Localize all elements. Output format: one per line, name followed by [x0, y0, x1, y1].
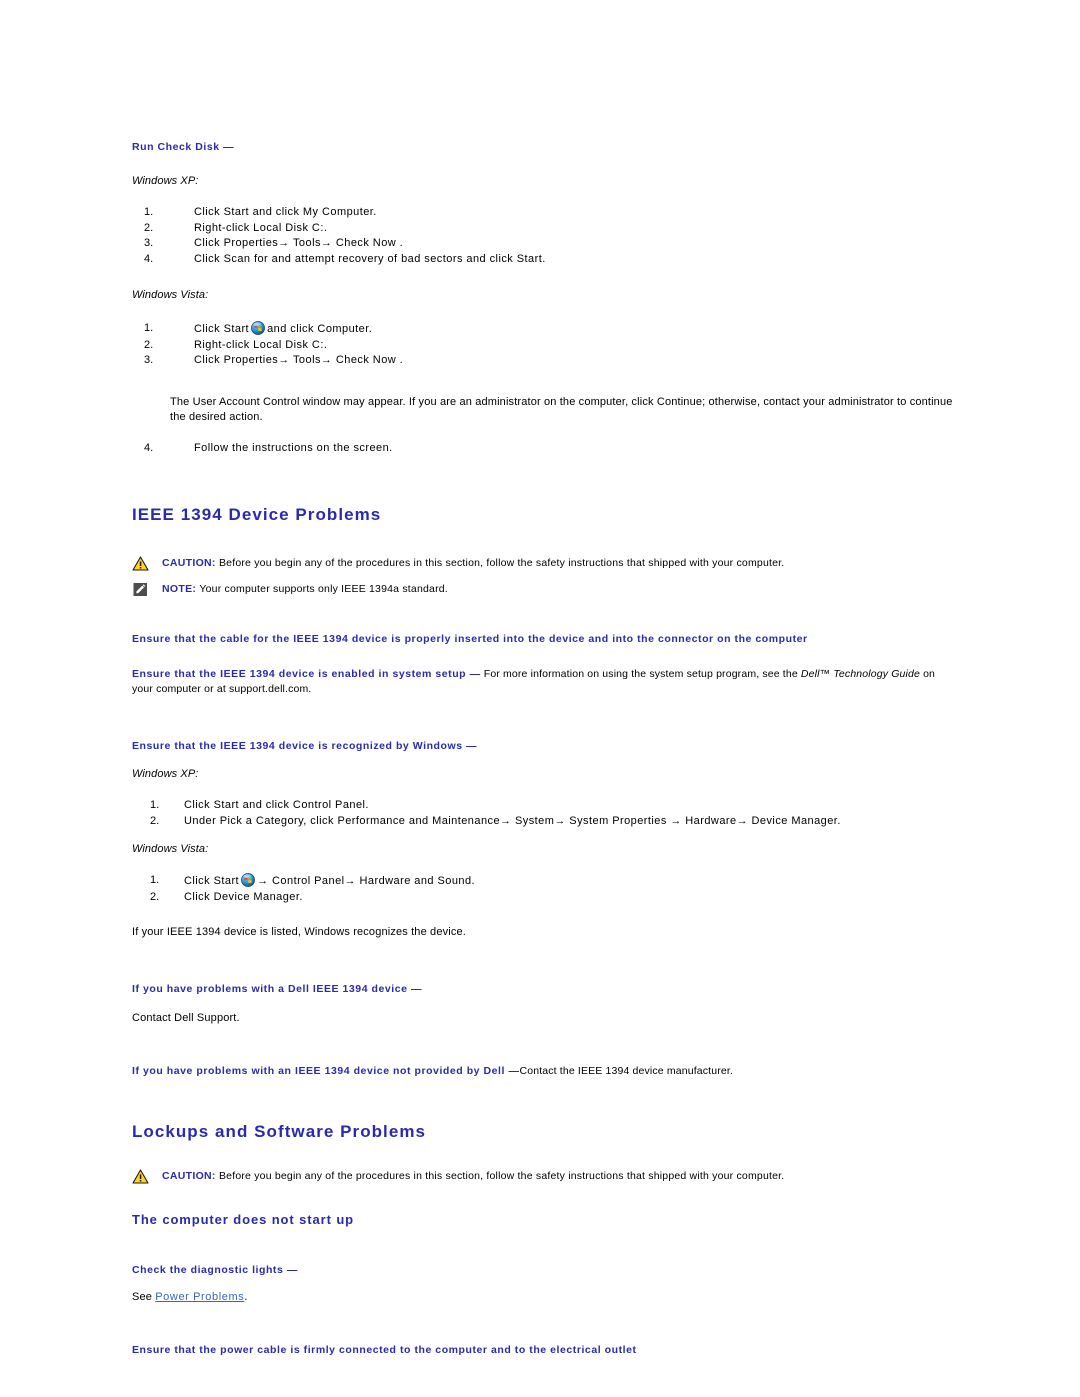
see-power-problems-line: See Power Problems.: [132, 1290, 954, 1305]
page-title-lockups: Lockups and Software Problems: [132, 1122, 427, 1141]
uac-paragraph: The User Account Control window may appe…: [170, 395, 953, 423]
step-number: 4.: [144, 441, 154, 454]
caution-block-lockups: CAUTION: Before you begin any of the pro…: [132, 1169, 954, 1185]
see-prefix: See: [132, 1291, 153, 1303]
step-text: Click Scan for and attempt recovery of b…: [194, 252, 546, 265]
run-check-disk-vista-steps-cont: 4. Follow the instructions on the screen.: [132, 441, 954, 457]
list-item: 2. Right-click Local Disk C:.: [132, 221, 954, 237]
page-title-ieee1394: IEEE 1394 Device Problems: [132, 505, 382, 524]
step-text: Click Properties→ Tools→ Check Now .: [194, 354, 404, 366]
step-number: 2.: [144, 338, 154, 351]
note-pencil-icon: [132, 582, 149, 597]
dell-technology-guide-title: Dell™ Technology Guide: [800, 668, 920, 680]
step-text: Click Device Manager.: [184, 890, 303, 903]
system-setup-leadin-text: Ensure that the IEEE 1394 device is enab…: [132, 668, 481, 680]
non-dell-device-body: Contact the IEEE 1394 device manufacture…: [519, 1065, 734, 1077]
step-text: Click Start and click Control Panel.: [184, 799, 369, 811]
caution-body: Before you begin any of the procedures i…: [218, 557, 785, 569]
recognized-leadin: Ensure that the IEEE 1394 device is reco…: [132, 740, 478, 752]
list-item: 1. Click Start → Control Panel→ Hardware a…: [132, 873, 954, 890]
subheading-computer-does-not-start-up: The computer does not start up: [132, 1212, 355, 1227]
list-item: 2. Under Pick a Category, click Performan…: [132, 814, 954, 830]
document-content: Run Check Disk — Windows XP: 1. Click Sta…: [132, 140, 954, 1358]
caution-triangle-icon: [132, 1169, 149, 1184]
windows-vista-label: Windows Vista:: [132, 289, 209, 301]
diagnostic-lights-leadin: Check the diagnostic lights —: [132, 1264, 298, 1276]
step-text: and click Computer.: [267, 323, 373, 335]
list-item: 3. Click Properties→ Tools→ Check Now .: [132, 236, 954, 252]
caution-text-ieee1394: CAUTION: Before you begin any of the pro…: [162, 556, 954, 569]
list-item: 2. Right-click Local Disk C:.: [132, 338, 954, 354]
run-check-disk-leadin: Run Check Disk —: [132, 141, 235, 153]
step-number: 3.: [144, 237, 154, 249]
list-item: 2. Click Device Manager.: [132, 890, 954, 906]
system-setup-body-pre: For more information on using the system…: [483, 668, 798, 680]
caution-text-lockups: CAUTION: Before you begin any of the pro…: [162, 1169, 954, 1182]
power-problems-link[interactable]: Power Problems: [155, 1291, 244, 1303]
step-number: 2.: [150, 814, 160, 827]
step-number: 2.: [150, 890, 160, 903]
list-item: 4. Click Scan for and attempt recovery of…: [132, 252, 954, 268]
step-text: Click Start: [194, 323, 250, 335]
step-number: 1.: [144, 322, 154, 334]
note-label: NOTE:: [162, 583, 197, 595]
note-text-ieee1394: NOTE: Your computer supports only IEEE 1…: [162, 582, 954, 595]
step-number: 3.: [144, 354, 154, 366]
caution-body: Before you begin any of the procedures i…: [218, 1170, 785, 1182]
check-cable-leadin: Ensure that the cable for the IEEE 1394 …: [132, 633, 808, 645]
see-suffix: .: [244, 1291, 248, 1303]
step-number: 2.: [144, 221, 154, 234]
non-dell-device-leadin: If you have problems with an IEEE 1394 d…: [132, 1064, 954, 1079]
dell-device-body: Contact Dell Support.: [132, 1012, 240, 1024]
recognized-windows-xp-label: Windows XP:: [132, 768, 199, 780]
step-text: Click Properties→ Tools→ Check Now .: [194, 237, 404, 249]
windows-start-orb-icon: [241, 873, 255, 887]
step-text: Click Start and click My Computer.: [194, 206, 377, 218]
list-item: 3. Click Properties→ Tools→ Check Now .: [132, 353, 954, 369]
power-cable-leadin: Ensure that the power cable is firmly co…: [132, 1344, 637, 1356]
caution-triangle-icon: [132, 556, 149, 571]
recognized-vista-steps: 1. Click Start → Control Panel→ Hardware a…: [132, 873, 954, 905]
step-text: Right-click Local Disk C:.: [194, 338, 328, 351]
caution-block-ieee1394: CAUTION: Before you begin any of the pro…: [132, 556, 954, 572]
system-setup-leadin: Ensure that the IEEE 1394 device is enab…: [132, 667, 954, 697]
list-item: 1. Click Start and click Control Panel.: [132, 798, 954, 814]
step-text: → Control Panel→ Hardware and Sound.: [257, 875, 476, 887]
recognized-windows-vista-label: Windows Vista:: [132, 843, 209, 855]
step-number: 4.: [144, 252, 154, 265]
caution-label: CAUTION:: [162, 557, 216, 569]
run-check-disk-xp-steps: 1. Click Start and click My Computer. 2. R…: [132, 205, 954, 267]
step-number: 1.: [144, 206, 154, 218]
note-body: Your computer supports only IEEE 1394a s…: [199, 583, 448, 595]
step-text: Under Pick a Category, click Performance…: [184, 814, 841, 827]
step-text: Right-click Local Disk C:.: [194, 221, 328, 234]
list-item: 1. Click Start and click Computer.: [132, 321, 954, 338]
windows-xp-label: Windows XP:: [132, 175, 199, 187]
windows-start-orb-icon: [251, 321, 265, 335]
recognized-xp-steps: 1. Click Start and click Control Panel. 2…: [132, 798, 954, 829]
step-text: Click Start: [184, 875, 240, 887]
list-item: 4. Follow the instructions on the screen.: [132, 441, 954, 457]
non-dell-device-leadin-text: If you have problems with an IEEE 1394 d…: [132, 1065, 520, 1077]
step-number: 1.: [150, 874, 160, 886]
dell-device-leadin: If you have problems with a Dell IEEE 13…: [132, 983, 423, 995]
note-block-ieee1394: NOTE: Your computer supports only IEEE 1…: [132, 582, 954, 598]
step-number: 1.: [150, 799, 160, 811]
list-item: 1. Click Start and click My Computer.: [132, 205, 954, 221]
run-check-disk-vista-steps: 1. Click Start and click Computer. 2. Right…: [132, 321, 954, 369]
document-page: Run Check Disk — Windows XP: 1. Click Sta…: [0, 0, 1080, 1397]
step-text: Follow the instructions on the screen.: [194, 441, 393, 454]
recognized-closing-text: If your IEEE 1394 device is listed, Wind…: [132, 926, 466, 938]
caution-label: CAUTION:: [162, 1170, 216, 1182]
